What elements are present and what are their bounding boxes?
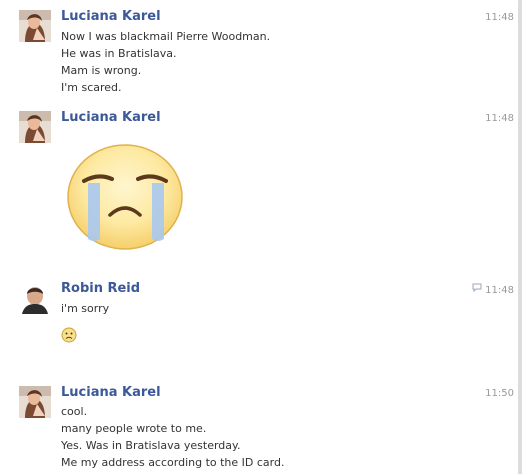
message-time: 11:50 <box>485 388 514 399</box>
message-line: Now I was blackmail Pierre Woodman. <box>61 30 271 43</box>
message-time-text: 11:48 <box>485 285 514 296</box>
message-time: 11:48 <box>472 282 514 299</box>
sender-name[interactable]: Luciana Karel <box>61 9 161 25</box>
message-line: Me my address according to the ID card. <box>61 456 285 469</box>
message-group: Robin Reid 11:48 i'm sorry <box>0 272 518 362</box>
avatar-luciana-karel[interactable] <box>19 111 51 143</box>
avatar-luciana-karel[interactable] <box>19 386 51 418</box>
message-line: cool. <box>61 405 88 418</box>
message-group: Luciana Karel 11:48 Now I was blackmail … <box>0 0 518 100</box>
sender-name[interactable]: Luciana Karel <box>61 385 161 401</box>
message-line: Yes. Was in Bratislava yesterday. <box>61 439 241 452</box>
avatar-robin-reid[interactable] <box>19 282 51 314</box>
message-line: He was in Bratislava. <box>61 47 177 60</box>
sender-name[interactable]: Luciana Karel <box>61 110 161 126</box>
message-time: 11:48 <box>485 12 514 23</box>
message-line: many people wrote to me. <box>61 422 207 435</box>
message-body: Now I was blackmail Pierre Woodman. He w… <box>61 28 270 96</box>
sender-name[interactable]: Robin Reid <box>61 281 140 297</box>
scrollbar[interactable] <box>518 0 522 474</box>
crying-face-sticker[interactable] <box>66 143 184 251</box>
scrollbar-thumb[interactable] <box>518 0 522 474</box>
message-body: cool. many people wrote to me. Yes. Was … <box>61 403 284 471</box>
message-line: Mam is wrong. <box>61 64 142 77</box>
frown-emoticon <box>61 327 77 343</box>
message-group: Luciana Karel 11:48 <box>0 100 518 260</box>
message-time: 11:48 <box>485 113 514 124</box>
message-line: i'm sorry <box>61 302 110 315</box>
avatar-luciana-karel[interactable] <box>19 10 51 42</box>
message-group: Luciana Karel 11:50 cool. many people wr… <box>0 376 518 474</box>
message-body: i'm sorry <box>61 300 109 317</box>
message-line: I'm scared. <box>61 81 122 94</box>
chat-bubble-icon <box>472 282 482 298</box>
